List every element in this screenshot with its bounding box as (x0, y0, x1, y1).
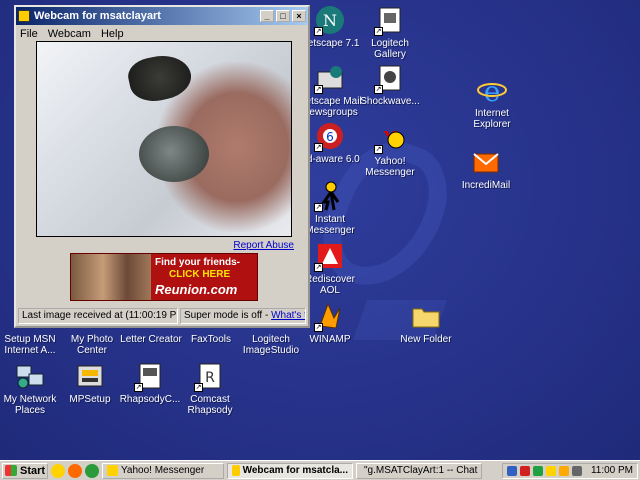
status-last-image: Last image received at (11:00:19 PM) (18, 308, 178, 324)
tray-volume-icon[interactable] (571, 465, 582, 476)
taskbar-chat-label: "g.MSATClayArt:1 -- Chat (364, 465, 478, 476)
desktop-icon-logitech-gallery[interactable]: Logitech Gallery (354, 4, 426, 60)
desktop-icon-incredimail[interactable]: IncrediMail (450, 146, 522, 191)
desktop-icon-yahoo-messenger[interactable]: Y Yahoo! Messenger (354, 122, 426, 178)
maximize-button[interactable]: □ (276, 10, 290, 22)
taskbar-webcam-label: Webcam for msatcla... (242, 465, 348, 476)
svg-text:e: e (484, 75, 501, 106)
taskbar-chat[interactable]: "g.MSATClayArt:1 -- Chat (356, 462, 482, 479)
status-bar: Last image received at (11:00:19 PM) Sup… (18, 308, 306, 324)
menu-webcam[interactable]: Webcam (48, 28, 91, 40)
desktop-icon-comcast-rhapsody[interactable]: R Comcast Rhapsody (174, 360, 246, 416)
tray-network-icon[interactable] (506, 465, 517, 476)
tray-smiley-icon[interactable] (558, 465, 569, 476)
whats-this-link[interactable]: What's this? (271, 310, 305, 321)
menu-file[interactable]: File (20, 28, 38, 40)
netscape-mail-icon (314, 62, 346, 94)
yahoo-smiley-icon (107, 465, 118, 476)
svg-text:N: N (323, 11, 337, 30)
super-mode-text: Super mode is off - (184, 310, 269, 321)
taskbar-yahoo-messenger[interactable]: Yahoo! Messenger (102, 462, 224, 479)
report-abuse-link[interactable]: Report Abuse (233, 240, 294, 251)
start-button[interactable]: Start (2, 462, 48, 479)
aol-icon (314, 240, 346, 272)
ad-photo (71, 254, 151, 300)
folder-icon (410, 300, 442, 332)
ad-logo: Reunion.com (155, 282, 238, 297)
desktop-icon-internet-explorer[interactable]: e Internet Explorer (456, 74, 528, 130)
svg-text:6: 6 (326, 130, 334, 144)
desktop-icon-shockwave[interactable]: Shockwave... (354, 62, 426, 107)
clock[interactable]: 11:00 PM (591, 465, 633, 476)
windows-flag-icon (5, 465, 17, 476)
shockwave-icon (374, 62, 406, 94)
winamp-icon (314, 300, 346, 332)
video-coin (139, 126, 209, 182)
quicklaunch-yahoo-icon[interactable] (51, 463, 65, 478)
status-super-mode: Super mode is off - What's this? (180, 308, 306, 324)
menu-help[interactable]: Help (101, 28, 124, 40)
webcam-video-feed (36, 41, 292, 237)
close-button[interactable]: × (292, 10, 306, 22)
webcam-app-icon (18, 10, 30, 22)
incredimail-icon (470, 146, 502, 178)
rhapsody-icon (134, 360, 166, 392)
webcam-small-icon (232, 465, 240, 476)
network-places-icon (14, 360, 46, 392)
mpsetup-icon (74, 360, 106, 392)
window-title: Webcam for msatclayart (34, 10, 161, 22)
netscape-icon: N (314, 4, 346, 36)
ad-line1: Find your friends- (155, 257, 240, 268)
adaware-icon: 6 (314, 120, 346, 152)
desktop: N Netscape 7.1 Logitech Gallery Netscape… (0, 0, 640, 460)
tray-n-icon[interactable] (532, 465, 543, 476)
quicklaunch-media-icon[interactable] (85, 463, 99, 478)
comcast-rhapsody-icon: R (194, 360, 226, 392)
desktop-icon-new-folder[interactable]: New Folder (390, 300, 462, 345)
taskbar: Start Yahoo! Messenger Webcam for msatcl… (0, 460, 640, 480)
yahoo-messenger-icon: Y (374, 122, 406, 154)
aim-icon (314, 180, 346, 212)
logitech-gallery-icon (374, 4, 406, 36)
tray-security-icon[interactable] (519, 465, 530, 476)
title-bar[interactable]: Webcam for msatclayart _ □ × (16, 7, 308, 25)
quicklaunch-incredimail-icon[interactable] (68, 463, 82, 478)
taskbar-webcam[interactable]: Webcam for msatcla... (227, 462, 353, 479)
reunion-ad-banner[interactable]: Find your friends- CLICK HERE Reunion.co… (70, 253, 258, 301)
taskbar-yahoo-label: Yahoo! Messenger (121, 465, 205, 476)
svg-text:R: R (205, 370, 215, 386)
internet-explorer-icon: e (476, 74, 508, 108)
start-label: Start (20, 464, 46, 477)
minimize-button[interactable]: _ (260, 10, 274, 22)
tray-yahoo-icon[interactable] (545, 465, 556, 476)
system-tray: 11:00 PM (501, 462, 638, 479)
ad-line2: CLICK HERE (169, 269, 231, 280)
webcam-window[interactable]: Webcam for msatclayart _ □ × File Webcam… (14, 5, 310, 328)
